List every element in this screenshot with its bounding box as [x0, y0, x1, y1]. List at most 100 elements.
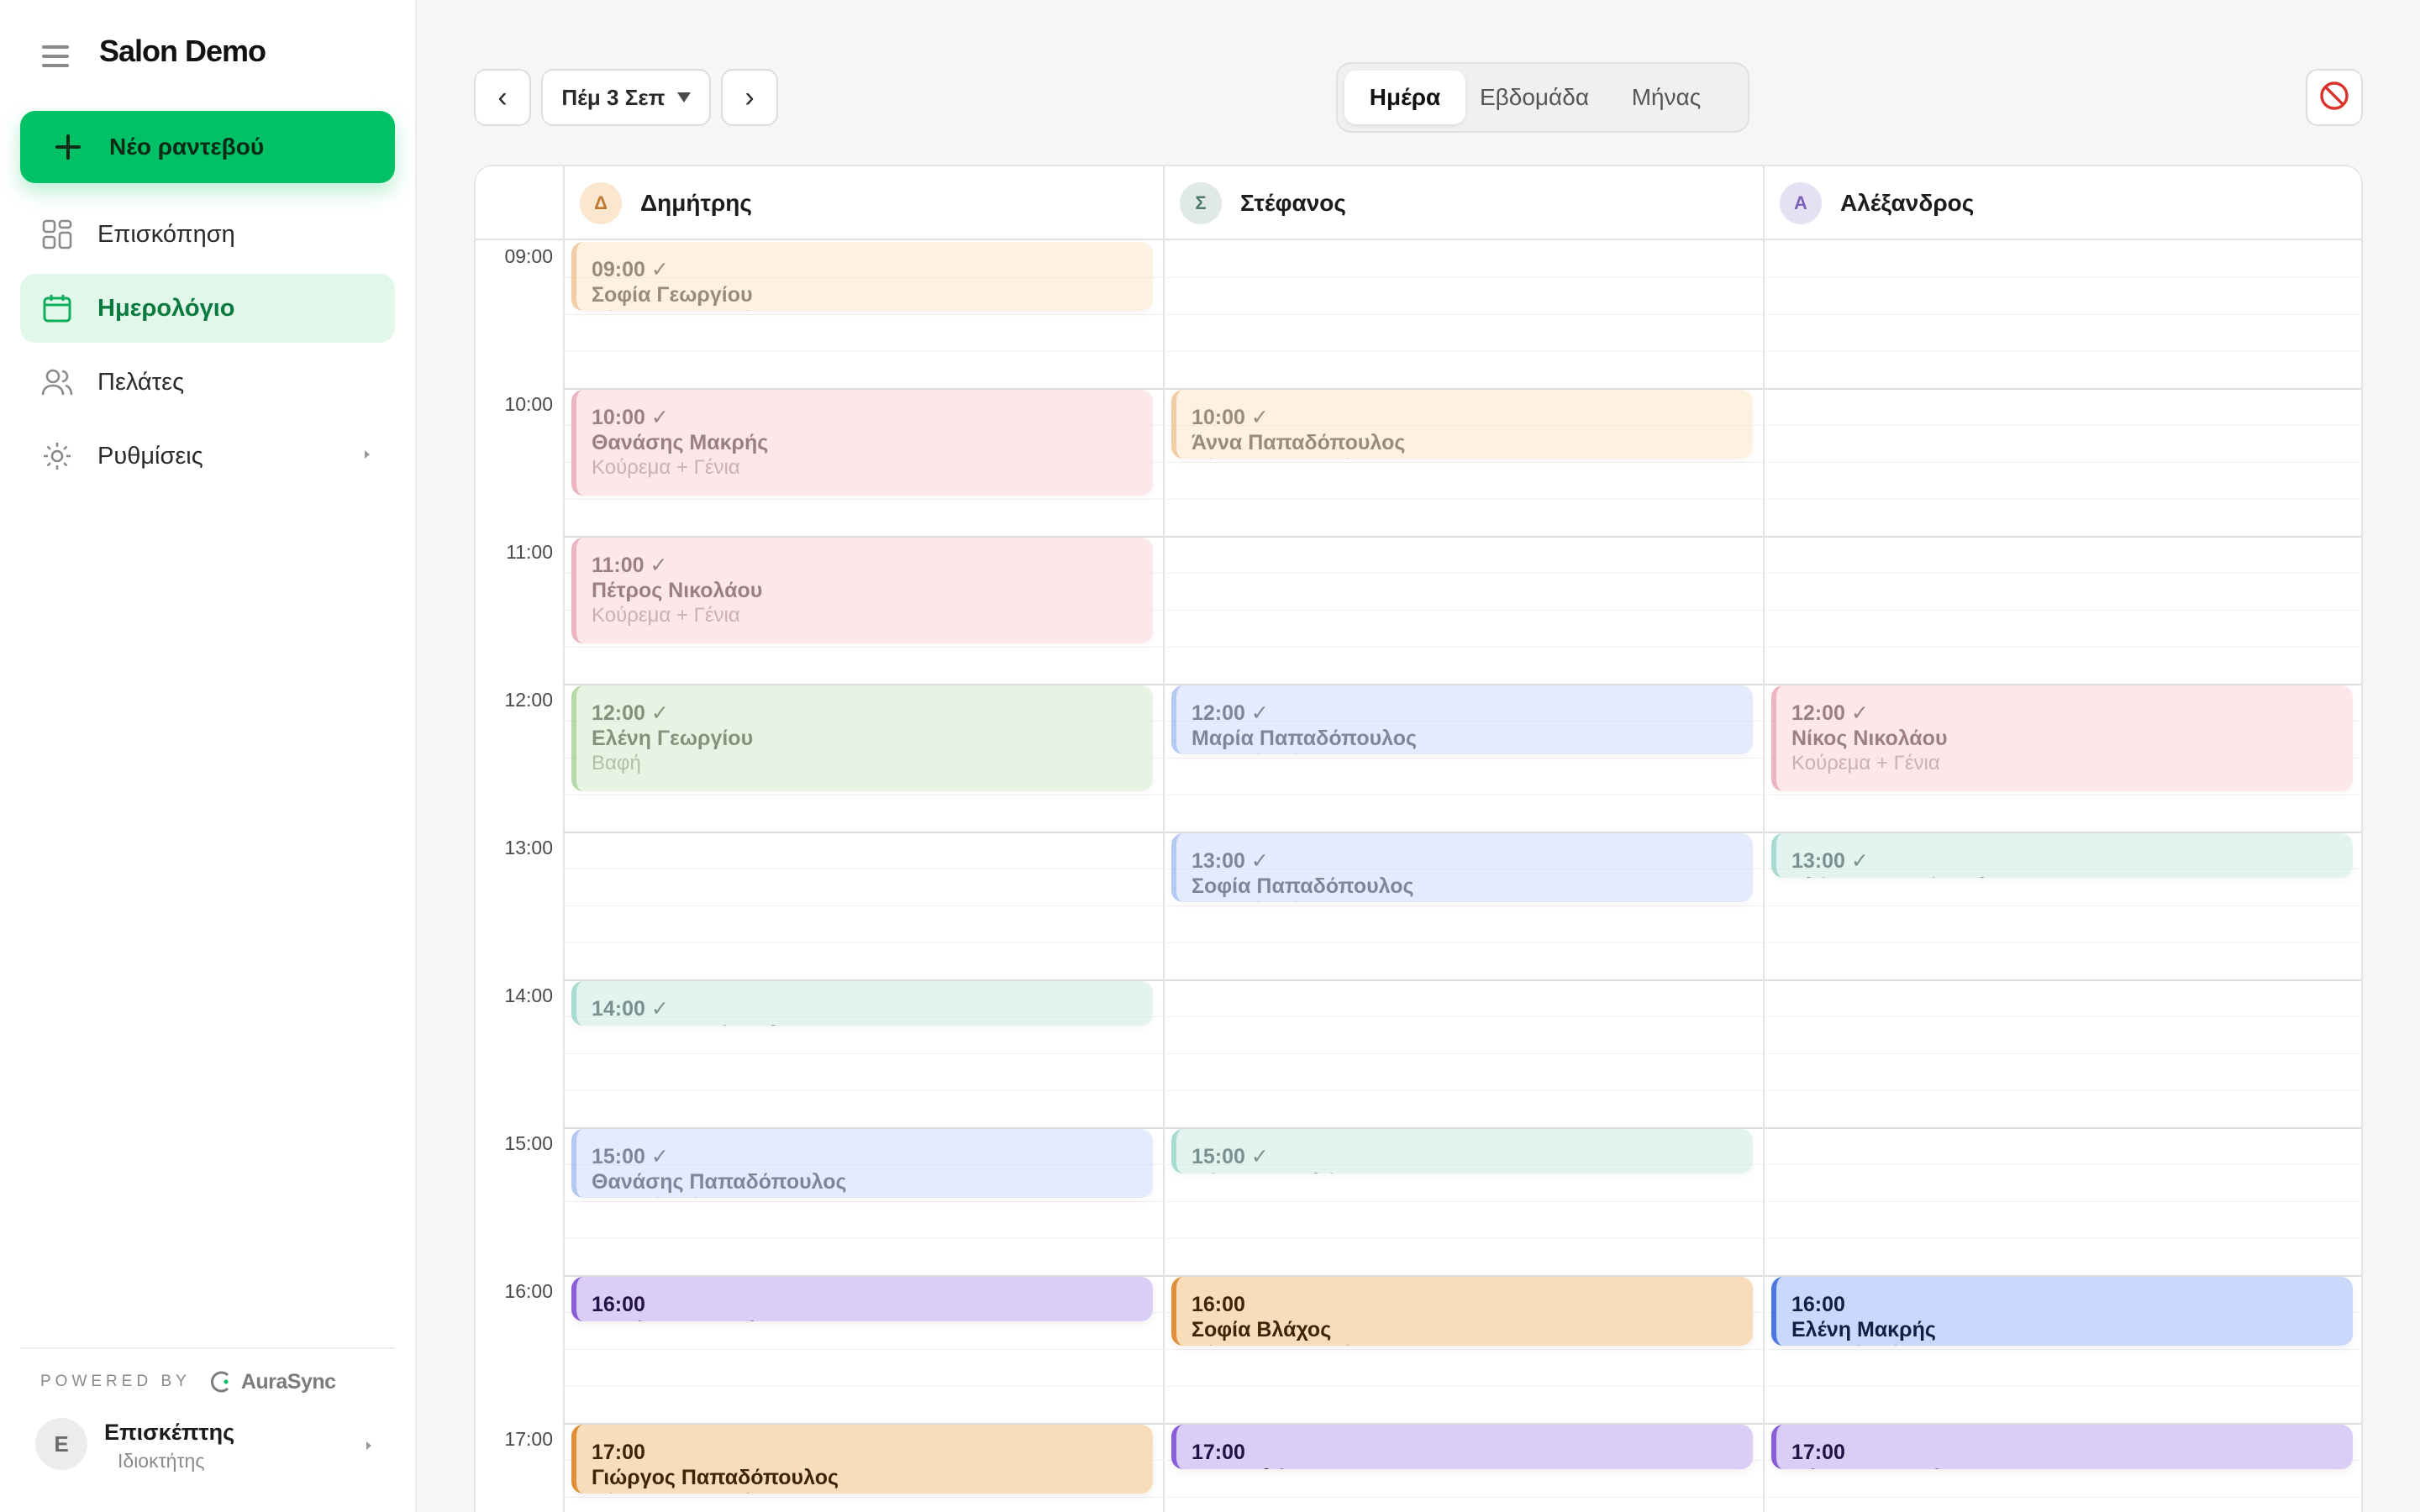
appointment-card[interactable]: 16:00Ελένη ΜακρήςΑνδρικό κούρεμα — [1771, 1277, 2353, 1346]
chevron-right-icon — [365, 450, 370, 459]
appointment-client: Πέτρος Νικολάου — [592, 579, 763, 602]
appointment-time: 15:00 ✓ — [592, 1145, 669, 1168]
brand-name: AuraSync — [240, 1369, 336, 1394]
appointment-client: Μαρία Παπαδόπουλος — [1192, 727, 1418, 750]
appointment-card[interactable]: 12:00 ✓ Ελένη Γεωργίου Βαφή — [571, 685, 1153, 791]
appointment-card[interactable]: 12:00 ✓ Νίκος Νικολάου Κούρεμα + Γένια — [1771, 685, 2353, 791]
staff-header[interactable]: Δ Δημήτρης — [563, 166, 1163, 240]
users-icon — [40, 365, 74, 399]
appointment-time: 17:00 — [1192, 1441, 1245, 1464]
appointment-card[interactable]: 12:00 ✓Μαρία ΠαπαδόπουλοςΑνδρικό κούρεμα — [1171, 685, 1753, 754]
sidebar-item-calendar[interactable]: Ημερολόγιο — [20, 274, 395, 343]
column-divider — [563, 240, 565, 1512]
hour-label: 13:00 — [504, 837, 553, 858]
sidebar-item-clients[interactable]: Πελάτες — [20, 348, 395, 417]
appointment-service: Ξύρισμα με πετσέτα — [592, 307, 1153, 311]
sidebar-divider — [20, 1347, 395, 1349]
chevron-right-icon[interactable] — [366, 1441, 371, 1450]
appointment-client: Γιώργος Παπαδόπουλος — [592, 1466, 839, 1489]
quarter-gridline — [563, 1090, 2361, 1091]
staff-name: Στέφανος — [1240, 190, 1346, 216]
powered-by: POWERED BY AuraSync — [40, 1369, 336, 1394]
quarter-gridline — [563, 1238, 2361, 1239]
new-appointment-label: Νέο ραντεβού — [109, 134, 265, 160]
date-picker[interactable]: Πέμ 3 Σεπ — [541, 69, 711, 126]
tab-day[interactable]: Ημέρα — [1344, 71, 1465, 124]
appointment-client: Σοφία Γεωργίου — [592, 283, 753, 307]
appointment-client: Θανάσης Παπαδόπουλος — [592, 1170, 847, 1194]
appointment-card[interactable]: 15:00 ✓Θανάσης ΠαπαδόπουλοςΑνδρικό κούρε… — [571, 1129, 1153, 1198]
appointment-service: Ξύρισμα με πετσέτα — [592, 1490, 1153, 1494]
prev-day-button[interactable]: ‹ — [474, 69, 531, 126]
next-day-button[interactable]: › — [721, 69, 778, 126]
quarter-gridline — [563, 1386, 2361, 1387]
appointment-card[interactable]: 15:00 ✓Πέτρος Νικολάου — [1171, 1129, 1753, 1173]
appointment-time: 13:00 ✓ — [1192, 849, 1269, 873]
appointment-client: Νίκος Νικολάου — [1791, 727, 1948, 750]
user-name[interactable]: Επισκέπτης — [104, 1420, 234, 1446]
appointment-client: Ελένη Γεωργίου — [592, 727, 754, 750]
appointment-card[interactable]: 13:00 ✓Ελένη Παπαδόπουλος — [1771, 833, 2353, 878]
appointment-card[interactable]: 16:00Θανάσης Μακρής — [571, 1277, 1153, 1321]
column-divider — [1763, 166, 1765, 239]
appointment-card[interactable]: 10:00 ✓ Θανάσης Μακρής Κούρεμα + Γένια — [571, 390, 1153, 496]
hour-label: 14:00 — [504, 984, 553, 1006]
powered-by-text: POWERED BY — [40, 1373, 191, 1390]
staff-header[interactable]: Α Αλέξανδρος — [1763, 166, 2361, 240]
calendar-grid: 09:00 10:00 11:00 12:00 13:00 14:00 15:00 16:00… — [476, 240, 2361, 1512]
quarter-gridline — [563, 942, 2361, 943]
tab-month[interactable]: Μήνας — [1603, 71, 1729, 124]
appointment-service: Ανδρικό κούρεμα — [1791, 1342, 2353, 1346]
block-time-button[interactable] — [2306, 69, 2363, 126]
column-divider — [1163, 240, 1165, 1512]
sidebar-item-label: Ρυθμίσεις — [97, 442, 203, 470]
appointment-client: Ελένη Παπαδόπουλος — [1791, 874, 2353, 878]
appointment-service: Κούρεμα + Γένια — [592, 604, 740, 627]
no-entry-icon — [2318, 80, 2350, 116]
quarter-gridline — [563, 1497, 2361, 1498]
appointment-card[interactable]: 13:00 ✓Σοφία ΠαπαδόπουλοςΑνδρικό κούρεμα — [1171, 833, 1753, 902]
appointment-card[interactable]: 16:00Σοφία ΒλάχοςΞύρισμα με πετσέτα — [1171, 1277, 1753, 1346]
appointment-service: Ξύρισμα με πετσέτα — [1192, 1342, 1753, 1346]
hour-label: 17:00 — [504, 1428, 553, 1450]
quarter-gridline — [563, 1201, 2361, 1202]
sidebar-item-overview[interactable]: Επισκόπηση — [20, 200, 395, 269]
staff-avatar: Δ — [580, 182, 622, 224]
column-divider — [1163, 166, 1165, 239]
appointment-time: 17:00 — [592, 1441, 645, 1464]
staff-header[interactable]: Σ Στέφανος — [1163, 166, 1763, 240]
appointment-card[interactable]: 10:00 ✓Άννα ΠαπαδόπουλοςΞύρισμα με πετσέ… — [1171, 390, 1753, 459]
appointment-time: 12:00 ✓ — [592, 701, 669, 725]
staff-avatar: Α — [1780, 182, 1822, 224]
staff-name: Δημήτρης — [640, 190, 752, 216]
appointment-client: Άννα Παπαδόπουλος — [592, 1021, 1153, 1026]
user-role: Ιδιοκτήτης — [118, 1450, 205, 1472]
tab-week[interactable]: Εβδομάδα — [1469, 71, 1600, 124]
appointment-service: Ανδρικό κούρεμα — [592, 1194, 1153, 1198]
appointment-card[interactable]: 17:00Άννα Βλάχος — [1171, 1425, 1753, 1469]
appointment-service: Κούρεμα + Γένια — [1791, 752, 1940, 774]
appointment-time: 09:00 ✓ — [592, 258, 669, 281]
hour-label: 10:00 — [504, 393, 553, 415]
new-appointment-button[interactable]: Νέο ραντεβού — [20, 111, 395, 183]
quarter-gridline — [563, 351, 2361, 352]
appointment-time: 16:00 — [1192, 1293, 1245, 1316]
hamburger-menu-icon[interactable] — [39, 42, 72, 71]
appointment-service: Ξύρισμα με πετσέτα — [1192, 455, 1753, 459]
appointment-card[interactable]: 14:00 ✓Άννα Παπαδόπουλος — [571, 981, 1153, 1026]
caret-down-icon — [676, 92, 691, 102]
user-avatar[interactable]: Ε — [35, 1418, 87, 1470]
appointment-card[interactable]: 09:00 ✓Σοφία ΓεωργίουΞύρισμα με πετσέτα — [571, 242, 1153, 311]
appointment-client: Ελένη Μακρής — [1791, 1318, 1936, 1341]
hour-label: 15:00 — [504, 1132, 553, 1154]
appointment-time: 10:00 ✓ — [592, 406, 669, 429]
appointment-service: Βαφή — [592, 752, 641, 774]
appointment-card[interactable]: 11:00 ✓ Πέτρος Νικολάου Κούρεμα + Γένια — [571, 538, 1153, 643]
appointment-card[interactable]: 17:00Πέτρος Γεωργίου — [1771, 1425, 2353, 1469]
appointment-client: Πέτρος Νικολάου — [1192, 1169, 1753, 1173]
hour-label: 11:00 — [506, 541, 553, 563]
quarter-gridline — [563, 499, 2361, 500]
calendar-icon — [40, 291, 74, 325]
sidebar-item-settings[interactable]: Ρυθμίσεις — [20, 422, 395, 491]
appointment-card[interactable]: 17:00Γιώργος ΠαπαδόπουλοςΞύρισμα με πετσ… — [571, 1425, 1153, 1494]
